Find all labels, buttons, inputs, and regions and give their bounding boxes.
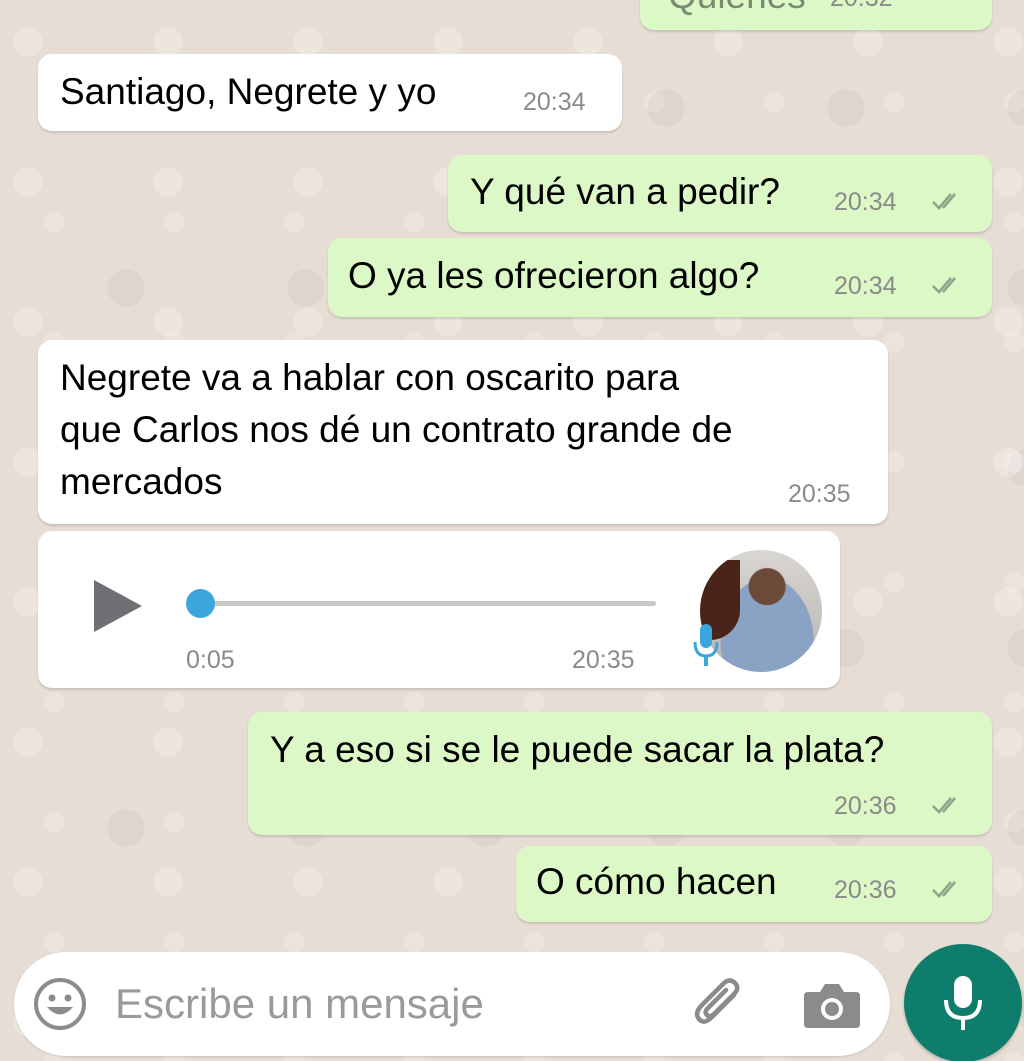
message-time: 20:35 (572, 646, 635, 674)
message-text: Santiago, Negrete y yo (60, 71, 437, 112)
message-time: 20:34 (523, 88, 586, 116)
mic-button[interactable] (904, 944, 1022, 1061)
smiley-icon[interactable] (32, 976, 88, 1032)
message-time: 20:35 (788, 480, 851, 508)
message-text: Quiénes (668, 0, 806, 22)
message-bubble-partial[interactable]: Quiénes 20:32 (640, 0, 992, 30)
audio-progress-track[interactable] (200, 601, 656, 606)
message-text-line: Negrete va a hablar con oscarito para (60, 357, 680, 398)
message-input[interactable]: Escribe un mensaje (115, 980, 484, 1028)
mic-icon (692, 622, 720, 668)
message-text: Y a eso si se le puede sacar la plata? (270, 729, 885, 770)
message-time: 20:32 (830, 0, 893, 13)
message-text-line: mercados (60, 461, 223, 502)
message-time: 20:34 (834, 272, 897, 300)
audio-duration: 0:05 (186, 646, 235, 674)
mic-icon (944, 976, 982, 1030)
camera-icon[interactable] (802, 978, 862, 1030)
double-check-icon (930, 190, 964, 212)
audio-progress-knob[interactable] (186, 589, 215, 618)
double-check-icon (930, 794, 964, 816)
message-text: Y qué van a pedir? (470, 171, 780, 212)
message-time: 20:34 (834, 188, 897, 216)
message-text-line: que Carlos nos dé un contrato grande de (60, 409, 733, 450)
play-icon[interactable] (92, 578, 144, 634)
message-text: O ya les ofrecieron algo? (348, 255, 760, 296)
message-text: O cómo hacen (536, 861, 777, 902)
message-time: 20:36 (834, 792, 897, 820)
double-check-icon (930, 878, 964, 900)
paperclip-icon[interactable] (690, 975, 750, 1033)
double-check-icon (930, 274, 964, 296)
message-time: 20:36 (834, 876, 897, 904)
